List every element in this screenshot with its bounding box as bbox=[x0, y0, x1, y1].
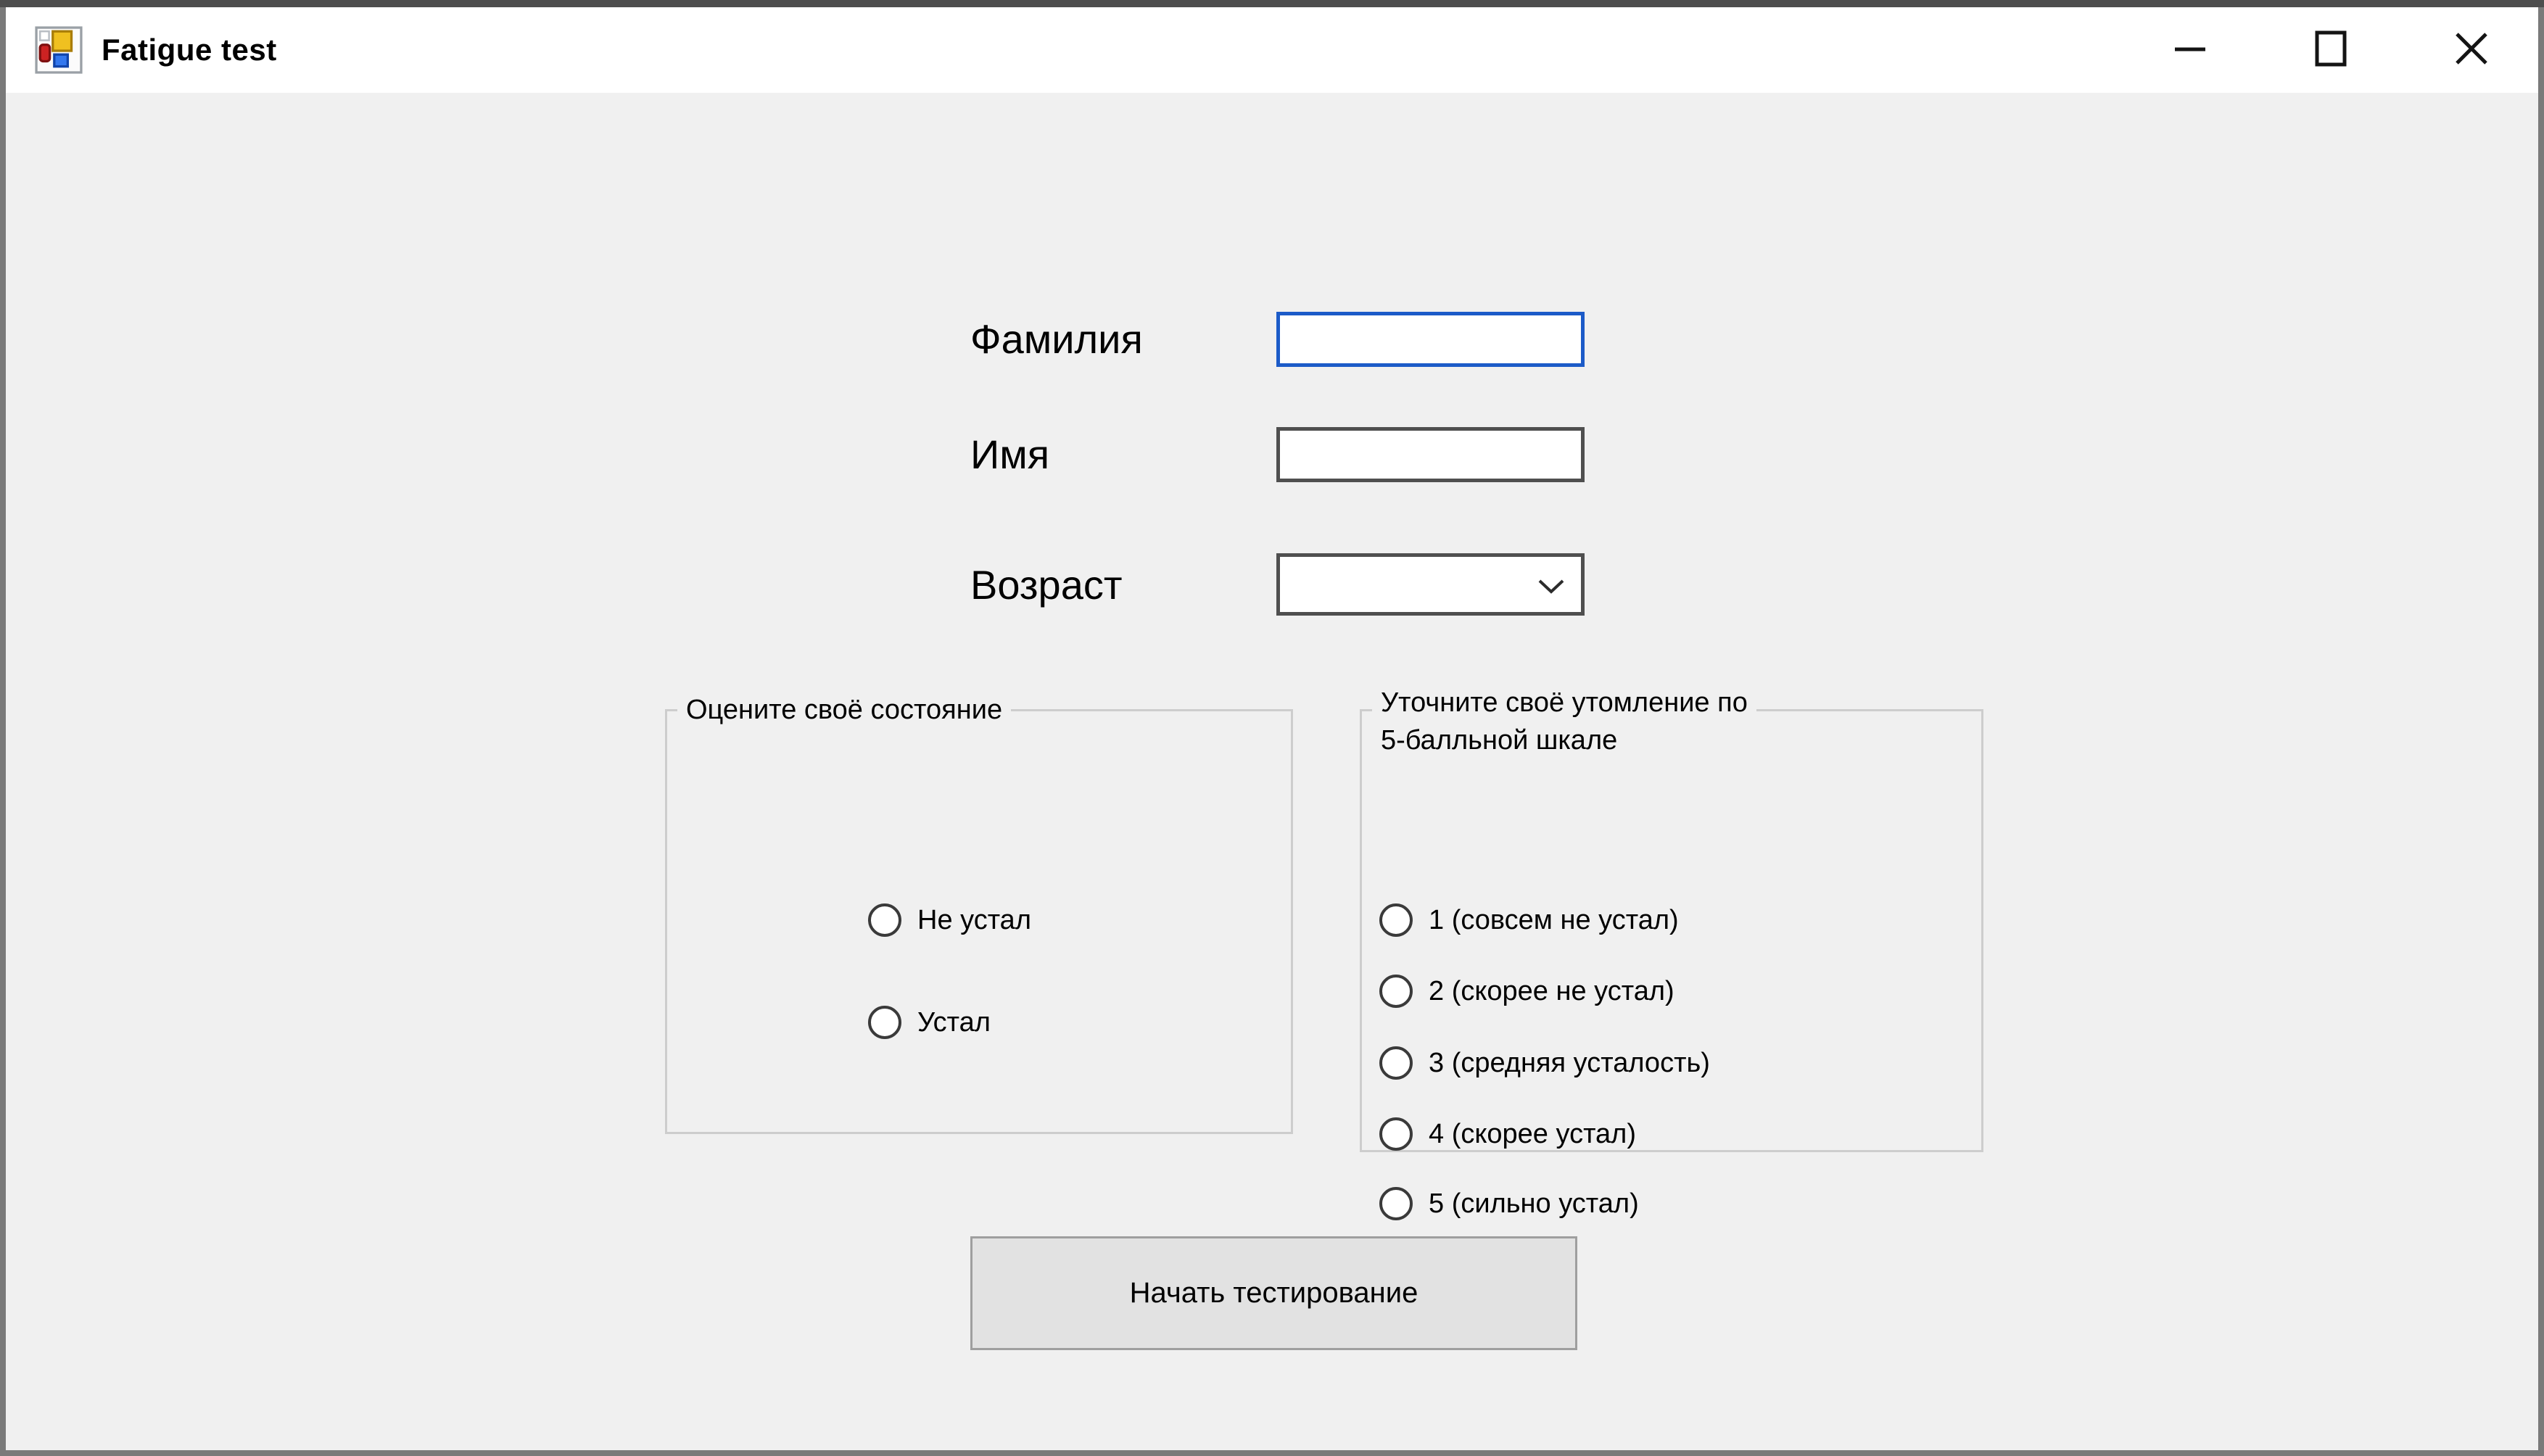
app-icon bbox=[35, 26, 83, 74]
radio-option-scale-5[interactable]: 5 (сильно устал) bbox=[1379, 1187, 1639, 1220]
radio-label: 4 (скорее устал) bbox=[1429, 1117, 1636, 1151]
maximize-icon bbox=[2315, 30, 2347, 70]
screen-edge-top bbox=[0, 0, 2544, 7]
age-combobox[interactable] bbox=[1276, 553, 1585, 616]
fatigue-groupbox: Уточните своё утомление по 5-балльной шк… bbox=[1360, 709, 1983, 1152]
window-controls bbox=[2093, 7, 2515, 93]
name-input[interactable] bbox=[1276, 427, 1585, 482]
app-window: Fatigue test bbox=[6, 7, 2538, 1450]
window-title: Fatigue test bbox=[102, 33, 277, 67]
titlebar: Fatigue test bbox=[6, 7, 2538, 93]
fatigue-group-title-line2: 5-балльной шкале bbox=[1381, 721, 1748, 759]
name-label: Имя bbox=[970, 421, 1049, 488]
radio-label: 2 (скорее не устал) bbox=[1429, 975, 1674, 1008]
minimize-icon bbox=[2173, 44, 2207, 57]
radio-label: Не устал bbox=[917, 903, 1031, 937]
radio-circle-icon bbox=[1379, 1117, 1413, 1151]
radio-option-scale-2[interactable]: 2 (скорее не устал) bbox=[1379, 975, 1674, 1008]
fatigue-group-title-line1: Уточните своё утомление по bbox=[1381, 684, 1748, 721]
radio-label: 1 (совсем не устал) bbox=[1429, 903, 1679, 937]
state-groupbox: Оцените своё состояние Не устал Устал bbox=[665, 709, 1293, 1134]
start-test-button[interactable]: Начать тестирование bbox=[970, 1236, 1577, 1350]
radio-option-not-tired[interactable]: Не устал bbox=[868, 903, 1031, 937]
close-button[interactable] bbox=[2428, 7, 2515, 93]
radio-circle-icon bbox=[868, 903, 901, 937]
radio-option-tired[interactable]: Устал bbox=[868, 1006, 991, 1039]
radio-label: 5 (сильно устал) bbox=[1429, 1187, 1639, 1220]
radio-circle-icon bbox=[1379, 975, 1413, 1008]
radio-option-scale-4[interactable]: 4 (скорее устал) bbox=[1379, 1117, 1636, 1151]
fatigue-group-title: Уточните своё утомление по 5-балльной шк… bbox=[1372, 684, 1756, 759]
close-icon bbox=[2455, 32, 2488, 69]
radio-circle-icon bbox=[868, 1006, 901, 1039]
maximize-button[interactable] bbox=[2287, 7, 2374, 93]
age-label: Возраст bbox=[970, 552, 1122, 619]
radio-circle-icon bbox=[1379, 903, 1413, 937]
state-group-title: Оцените своё состояние bbox=[677, 691, 1011, 729]
surname-label: Фамилия bbox=[970, 306, 1143, 373]
chevron-down-icon bbox=[1537, 567, 1565, 602]
radio-circle-icon bbox=[1379, 1187, 1413, 1220]
minimize-button[interactable] bbox=[2147, 7, 2234, 93]
surname-input[interactable] bbox=[1276, 312, 1585, 367]
radio-label: Устал bbox=[917, 1006, 991, 1039]
radio-circle-icon bbox=[1379, 1046, 1413, 1080]
radio-label: 3 (средняя усталость) bbox=[1429, 1046, 1710, 1080]
radio-option-scale-1[interactable]: 1 (совсем не устал) bbox=[1379, 903, 1679, 937]
form-client-area: Фамилия Имя Возраст Оцените своё состоян… bbox=[6, 93, 2538, 1450]
radio-option-scale-3[interactable]: 3 (средняя усталость) bbox=[1379, 1046, 1710, 1080]
screenshot-root: Fatigue test bbox=[0, 0, 2544, 1456]
